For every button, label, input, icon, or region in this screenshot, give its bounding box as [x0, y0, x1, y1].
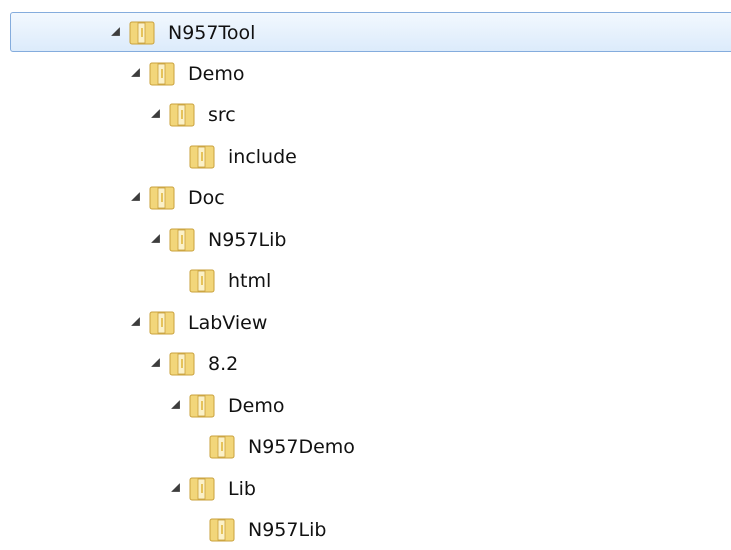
folder-icon — [149, 186, 175, 210]
folder-icon — [149, 311, 175, 334]
expanded-triangle-icon[interactable] — [170, 482, 181, 493]
expanded-triangle-icon[interactable] — [110, 26, 121, 37]
folder-icon — [189, 269, 215, 293]
expanded-triangle-icon[interactable] — [150, 233, 161, 244]
expanded-triangle-icon[interactable] — [130, 191, 141, 202]
tree-item-label: N957Tool — [168, 22, 256, 44]
tree-item[interactable]: N957Demo — [0, 427, 731, 467]
tree-item[interactable]: src — [0, 95, 731, 135]
tree-item[interactable]: include — [0, 137, 731, 177]
folder-icon — [209, 435, 235, 459]
tree-item-label: src — [208, 104, 236, 126]
folder-icon — [209, 518, 235, 542]
expanded-triangle-icon[interactable] — [150, 357, 161, 368]
expanded-triangle-icon[interactable] — [130, 67, 141, 78]
folder-icon — [169, 228, 195, 251]
folder-icon — [129, 21, 155, 45]
tree-item-label: Lib — [228, 477, 256, 500]
tree-item-label: Demo — [228, 394, 285, 417]
tree-item[interactable]: 8.2 — [0, 344, 731, 384]
tree-item[interactable]: Lib — [0, 469, 731, 509]
tree-item[interactable]: Doc — [0, 178, 731, 218]
tree-item-label: include — [228, 145, 297, 168]
folder-icon — [169, 103, 195, 127]
tree-item-label: html — [228, 270, 272, 292]
tree-item[interactable]: LabView — [0, 303, 731, 343]
tree-item[interactable]: N957Lib — [0, 220, 731, 260]
tree-item-label: LabView — [188, 311, 268, 334]
tree-item-label: N957Lib — [248, 519, 327, 541]
expanded-triangle-icon[interactable] — [170, 399, 181, 410]
tree-item-label: 8.2 — [208, 353, 239, 375]
tree-item[interactable]: Demo — [0, 386, 731, 426]
tree-item[interactable]: N957Lib — [0, 510, 731, 550]
expanded-triangle-icon[interactable] — [130, 316, 141, 327]
folder-icon — [149, 62, 175, 85]
tree-item[interactable]: Demo — [0, 54, 731, 94]
tree-item-label: Demo — [188, 62, 245, 85]
tree-item[interactable]: html — [0, 261, 731, 301]
tree-item-label: Doc — [188, 187, 225, 209]
tree-item-label: N957Lib — [208, 228, 287, 251]
folder-icon — [189, 145, 215, 168]
folder-icon — [189, 394, 215, 417]
folder-icon — [189, 477, 215, 500]
tree-item[interactable]: N957Tool — [10, 12, 731, 52]
tree-item-label: N957Demo — [248, 436, 355, 458]
expanded-triangle-icon[interactable] — [150, 108, 161, 119]
folder-icon — [169, 352, 195, 376]
folder-tree: N957Tool Demo src include Doc N957Lib html LabV… — [0, 0, 731, 550]
